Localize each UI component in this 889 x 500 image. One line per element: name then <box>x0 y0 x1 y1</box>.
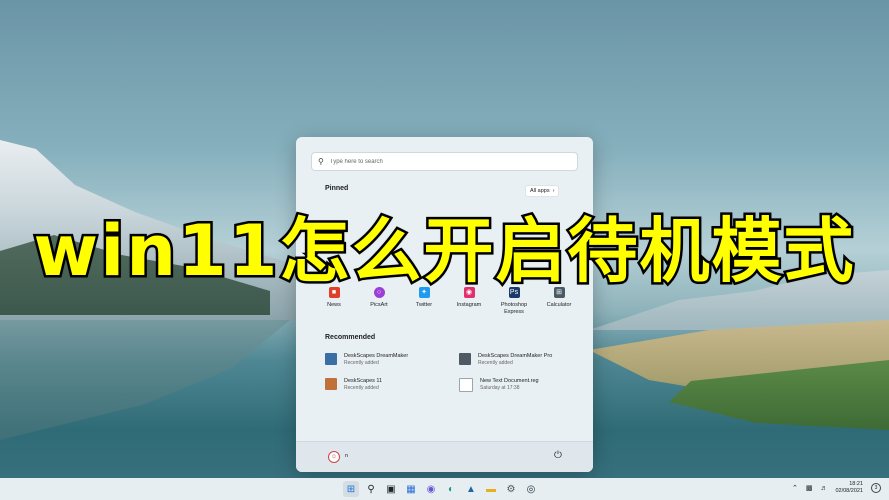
store-icon[interactable]: ▲ <box>463 481 479 497</box>
pinned-app-label: Instagram <box>456 302 482 308</box>
file-explorer-icon[interactable]: ▬ <box>483 481 499 497</box>
recommended-item-name: New Text Document.reg <box>480 378 539 384</box>
recommended-item-subtitle: Recently added <box>478 360 513 366</box>
all-apps-label: All apps <box>530 188 550 194</box>
user-avatar-icon[interactable]: ☺ <box>328 451 340 463</box>
notification-badge[interactable]: 3 <box>871 483 881 493</box>
search-icon: ⚲ <box>318 157 324 166</box>
recommended-list: DeskScapes DreamMaker Recently added Des… <box>325 353 575 392</box>
pinned-app-label: Twitter <box>415 302 433 308</box>
recommended-item-name: DeskScapes DreamMaker <box>344 353 409 359</box>
chevron-up-icon[interactable]: ⌃ <box>792 484 798 492</box>
recommended-item-name: DeskScapes 11 <box>344 378 383 384</box>
start-menu: ⚲ Pinned All apps › ■ News ○ PicsArt ✦ T… <box>296 137 593 472</box>
start-menu-footer: ☺ n ⏻ <box>296 441 593 472</box>
edge-browser-icon[interactable]: ◐ <box>443 481 459 497</box>
recommended-item[interactable]: DeskScapes DreamMaker Recently added <box>325 353 459 367</box>
recommended-item-name: DeskScapes DreamMaker Pro <box>478 353 553 359</box>
clock[interactable]: 18:21 02/08/2021 <box>835 481 863 495</box>
pinned-app-label: Photoshop Express <box>500 302 528 315</box>
recommended-item[interactable]: DeskScapes 11 Recently added <box>325 378 459 392</box>
recommended-title: Recommended <box>325 334 376 341</box>
taskbar-search-icon[interactable]: ⚲ <box>363 481 379 497</box>
user-name[interactable]: n <box>345 453 348 459</box>
pinned-app-label: PicsArt <box>370 302 388 308</box>
taskbar: ⊞ ⚲ ▣ ▦ ◉ ◐ ▲ ▬ ⚙ ◎ ⌃ ▩ ♬ 18:21 02/08/20… <box>0 478 889 500</box>
scenery-reflection <box>0 320 290 440</box>
taskbar-apps: ⊞ ⚲ ▣ ▦ ◉ ◐ ▲ ▬ ⚙ ◎ <box>343 481 539 497</box>
volume-icon[interactable]: ♬ <box>820 485 827 492</box>
pinned-app-label: News <box>327 302 341 308</box>
widgets-icon[interactable]: ▦ <box>403 481 419 497</box>
banner-title: win11怎么开启待机模式 <box>31 208 856 295</box>
recommended-item[interactable]: DeskScapes DreamMaker Pro Recently added <box>459 353 575 367</box>
system-tray: ⌃ ▩ ♬ 18:21 02/08/2021 3 <box>792 481 881 495</box>
recommended-item-subtitle: Saturday at 17:38 <box>480 385 520 391</box>
task-view-icon[interactable]: ▣ <box>383 481 399 497</box>
clock-time: 18:21 <box>849 481 863 487</box>
text-document-icon <box>459 378 473 392</box>
start-windows-icon[interactable]: ⊞ <box>343 481 359 497</box>
start-search-box[interactable]: ⚲ <box>311 152 578 171</box>
pinned-app-label: Calculator <box>546 302 572 308</box>
chat-icon[interactable]: ◉ <box>423 481 439 497</box>
power-icon[interactable]: ⏻ <box>554 450 562 461</box>
chevron-right-icon: › <box>552 188 555 194</box>
recommended-item[interactable]: New Text Document.reg Saturday at 17:38 <box>459 378 575 392</box>
recommended-item-subtitle: Recently added <box>344 360 379 366</box>
monitor-icon[interactable]: ▩ <box>806 484 813 492</box>
pinned-title: Pinned <box>325 185 349 192</box>
all-apps-button[interactable]: All apps › <box>525 185 560 197</box>
app-circle-icon[interactable]: ◎ <box>523 481 539 497</box>
search-input[interactable] <box>327 157 562 166</box>
settings-gear-icon[interactable]: ⚙ <box>503 481 519 497</box>
deskscapes-11-icon <box>325 378 337 390</box>
deskscapes-dreammaker-icon <box>325 353 337 365</box>
recommended-item-subtitle: Recently added <box>344 385 379 391</box>
clock-date: 02/08/2021 <box>835 488 863 494</box>
deskscapes-dreammaker-pro-icon <box>459 353 471 365</box>
